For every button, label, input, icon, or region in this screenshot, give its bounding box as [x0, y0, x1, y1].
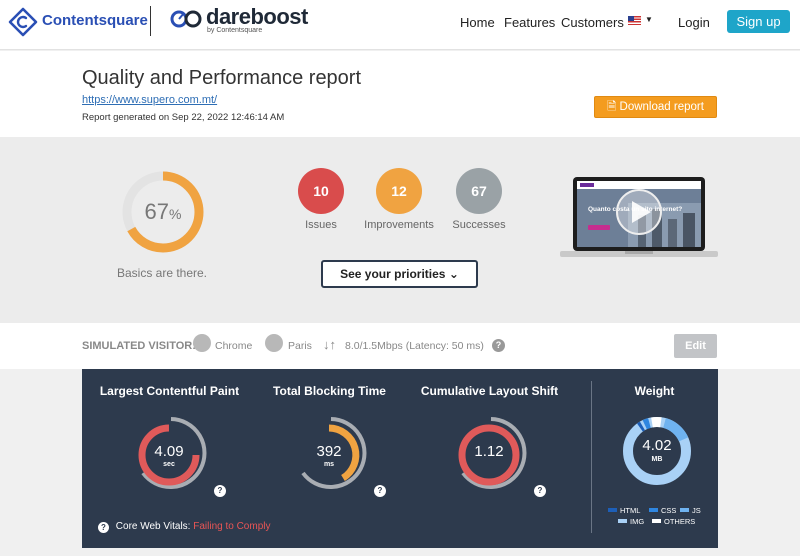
score-caption: Basics are there.: [116, 266, 208, 280]
visitor-browser: Chrome: [215, 340, 253, 352]
edit-visitor-button[interactable]: Edit: [674, 334, 717, 358]
visitor-connection: 8.0/1.5Mbps (Latency: 50 ms): [345, 340, 484, 352]
cls-help-icon[interactable]: ?: [534, 485, 546, 497]
weight-value: 4.02: [642, 437, 672, 454]
successes-label[interactable]: Successes: [439, 219, 519, 231]
tbt-title: Total Blocking Time: [273, 384, 386, 398]
cwv-status: Failing to Comply: [193, 521, 271, 532]
lcp-value: 4.09: [154, 443, 184, 460]
website-screenshot-laptop[interactable]: Quanto costa un sito internet?: [558, 175, 720, 261]
tbt-value: 392: [316, 443, 342, 460]
legend-html: HTML: [608, 506, 640, 515]
lcp-help-icon[interactable]: ?: [214, 485, 226, 497]
contentsquare-brand[interactable]: Contentsquare: [42, 12, 148, 29]
legend-html-swatch: [608, 508, 617, 512]
login-link[interactable]: Login: [678, 15, 710, 30]
download-label: Download report: [619, 101, 704, 113]
simulated-visitor-bar: SIMULATED VISITOR: Chrome Paris ↓↑ 8.0/1…: [0, 323, 800, 369]
legend-css-swatch: [649, 508, 658, 512]
chevron-down-icon: ⌄: [448, 267, 459, 281]
file-pdf-icon: 🗎: [607, 101, 617, 113]
report-url-link[interactable]: https://www.supero.com.mt/: [82, 94, 217, 106]
language-caret-icon[interactable]: ▼: [645, 15, 653, 24]
core-web-vitals-status: ? Core Web Vitals: Failing to Comply: [98, 521, 271, 533]
dareboost-subtitle: by Contentsquare: [207, 27, 263, 34]
brand-divider: [150, 6, 151, 36]
legend-others-swatch: [652, 519, 661, 523]
nav-customers[interactable]: Customers: [561, 15, 624, 30]
tbt-unit: ms: [323, 461, 335, 468]
see-priorities-button[interactable]: See your priorities ⌄: [321, 260, 478, 288]
summary-panel: 67% Basics are there. 10 Issues 12 Impro…: [0, 137, 800, 323]
weight-title: Weight: [634, 384, 675, 398]
legend-img: IMG: [618, 517, 644, 526]
chrome-icon: [193, 334, 211, 352]
legend-css: CSS: [649, 506, 676, 515]
nav-home[interactable]: Home: [460, 15, 495, 30]
issues-label[interactable]: Issues: [281, 219, 361, 231]
report-header: Quality and Performance report https://w…: [0, 51, 800, 137]
legend-js-swatch: [680, 508, 689, 512]
dareboost-logo-icon[interactable]: [170, 8, 202, 28]
signup-button[interactable]: Sign up: [727, 10, 790, 33]
help-icon[interactable]: ?: [492, 339, 505, 352]
top-header: Contentsquare dareboost by Contentsquare…: [0, 0, 800, 50]
cwv-help-icon[interactable]: ?: [98, 522, 109, 533]
priorities-label: See your priorities: [340, 267, 446, 281]
score-value: 67%: [144, 199, 182, 224]
issues-count[interactable]: 10: [298, 168, 344, 214]
contentsquare-logo-icon[interactable]: [8, 7, 38, 37]
weight-unit: MB: [651, 456, 663, 463]
nav-features[interactable]: Features: [504, 15, 555, 30]
metrics-panel: Largest Contentful Paint 4.09 sec ? Tota…: [82, 369, 718, 548]
legend-js: JS: [680, 506, 701, 515]
legend-others: OTHERS: [652, 517, 695, 526]
globe-icon: [265, 334, 283, 352]
visitor-label: SIMULATED VISITOR:: [82, 340, 196, 352]
lcp-unit: sec: [163, 461, 175, 468]
improvements-count[interactable]: 12: [376, 168, 422, 214]
lcp-title: Largest Contentful Paint: [99, 384, 240, 398]
us-flag-icon[interactable]: [628, 16, 641, 25]
cls-title: Cumulative Layout Shift: [420, 384, 559, 398]
legend-img-swatch: [618, 519, 627, 523]
page-title: Quality and Performance report: [82, 67, 362, 89]
cwv-label: Core Web Vitals:: [115, 521, 191, 532]
report-date: Report generated on Sep 22, 2022 12:46:1…: [82, 112, 285, 123]
improvements-label[interactable]: Improvements: [359, 219, 439, 231]
download-report-button[interactable]: 🗎 Download report: [594, 96, 717, 118]
visitor-location: Paris: [288, 340, 312, 352]
bandwidth-arrows-icon: ↓↑: [323, 337, 336, 352]
successes-count[interactable]: 67: [456, 168, 502, 214]
metrics-divider: [591, 381, 592, 533]
tbt-help-icon[interactable]: ?: [374, 485, 386, 497]
cls-value: 1.12: [474, 443, 504, 460]
